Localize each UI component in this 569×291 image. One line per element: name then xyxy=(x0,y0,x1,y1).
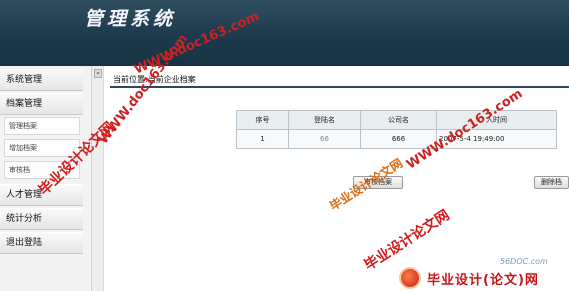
cell-time: 2007-5-4 19:49:00 xyxy=(436,129,557,149)
delete-archive-button[interactable]: 删除档 xyxy=(534,176,569,189)
sidebar-divider xyxy=(92,66,104,291)
column-header-company: 公司名 xyxy=(360,110,437,130)
table-header-row: 序号 登陆名 公司名 入时间 xyxy=(236,110,557,130)
table-row[interactable]: 1 66 666 2007-5-4 19:49:00 xyxy=(236,129,557,149)
sidebar-item-talent[interactable]: 人才管理 xyxy=(0,184,83,206)
breadcrumb: 当前位置:当前企业档案 xyxy=(110,74,569,88)
sidebar-item-archive[interactable]: 档案管理 xyxy=(0,93,83,115)
sidebar-subitem-add-archive[interactable]: 增加档案 xyxy=(4,139,80,157)
column-header-login: 登陆名 xyxy=(288,110,361,130)
sidebar-subitem-audit-archive[interactable]: 审核档 xyxy=(4,161,80,179)
footer-logo: 毕业设计(论文)网 xyxy=(399,265,569,291)
app-header: 管理系统 xyxy=(0,0,569,66)
cell-company: 666 xyxy=(360,129,437,149)
app-title: 管理系统 xyxy=(84,8,177,30)
collapse-icon[interactable]: « xyxy=(94,69,102,78)
sidebar: 系统管理 档案管理 管理档案 增加档案 审核档 人才管理 统计分析 退出登陆 xyxy=(0,66,92,291)
sidebar-subitem-manage-archive[interactable]: 管理档案 xyxy=(4,117,80,135)
column-header-index: 序号 xyxy=(236,110,289,130)
audit-archive-button[interactable]: 审核档案 xyxy=(353,176,403,189)
breadcrumb-text: 当前位置:当前企业档案 xyxy=(113,75,196,84)
sidebar-item-statistics[interactable]: 统计分析 xyxy=(0,208,83,230)
logo-text: 毕业设计(论文)网 xyxy=(427,272,539,288)
cell-login: 66 xyxy=(288,129,361,149)
column-header-time: 入时间 xyxy=(436,110,557,130)
logo-icon xyxy=(399,267,421,289)
archive-table: 序号 登陆名 公司名 入时间 1 66 666 2007-5-4 19:49:0… xyxy=(236,110,557,149)
sidebar-item-logout[interactable]: 退出登陆 xyxy=(0,232,83,254)
cell-index: 1 xyxy=(236,129,289,149)
sidebar-item-system[interactable]: 系统管理 xyxy=(0,69,83,91)
